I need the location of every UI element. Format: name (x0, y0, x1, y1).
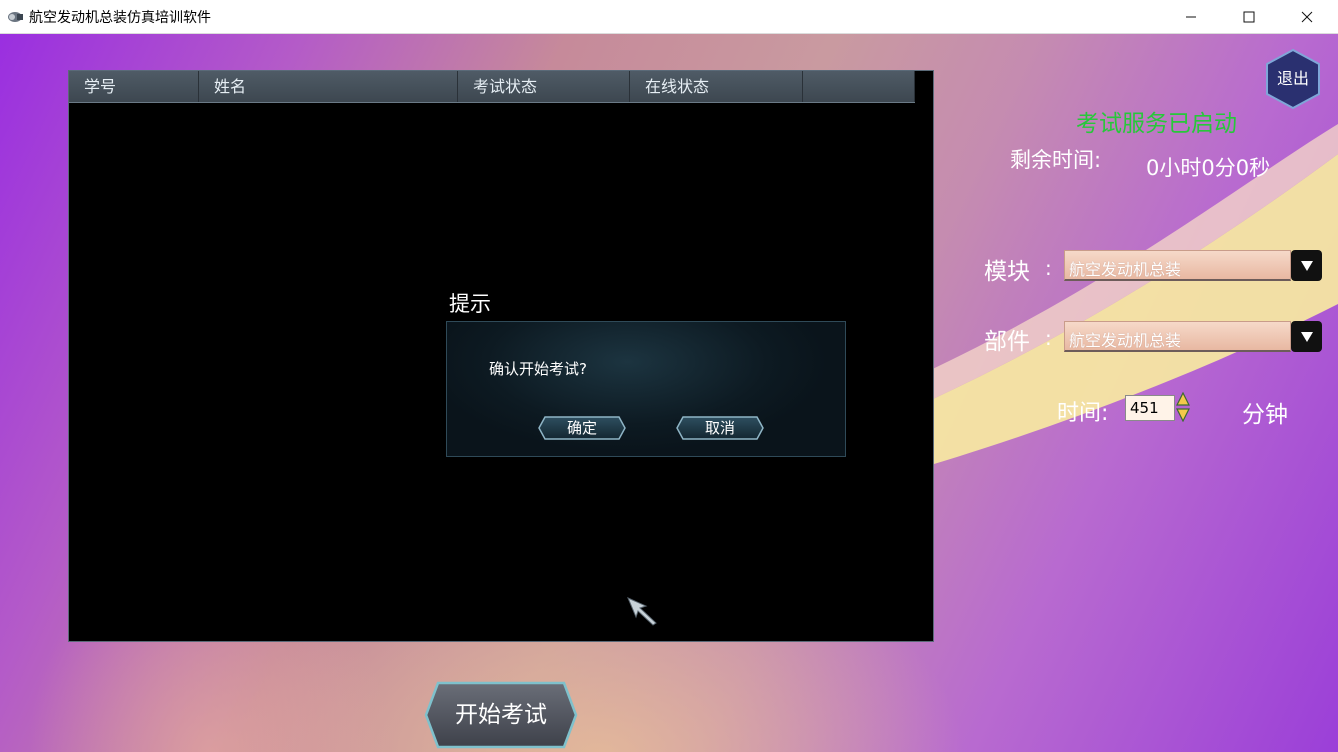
workspace: 学号 姓名 考试状态 在线状态 提示 确认开始考试? 确定 取消 开始考试 退出… (0, 34, 1338, 752)
close-button[interactable] (1278, 0, 1336, 33)
ok-button[interactable]: 确定 (538, 416, 626, 440)
column-header-exam-status[interactable]: 考试状态 (458, 71, 630, 102)
close-icon (1301, 11, 1313, 22)
title-bar: 航空发动机总装仿真培训软件 (0, 0, 1338, 34)
ok-label: 确定 (566, 419, 597, 437)
module-label: 模块 (984, 259, 1030, 285)
minimize-button[interactable] (1162, 0, 1220, 33)
dialog-message: 确认开始考试? (489, 360, 587, 378)
time-input[interactable]: 451 (1125, 395, 1175, 421)
module-select[interactable]: 航空发动机总装 (1064, 250, 1291, 281)
column-header-student-id[interactable]: 学号 (69, 71, 199, 102)
exit-label: 退出 (1276, 69, 1309, 88)
time-label: 时间: (1057, 401, 1109, 426)
start-exam-label: 开始考试 (455, 702, 547, 728)
part-select[interactable]: 航空发动机总装 (1064, 321, 1291, 352)
chevron-down-icon (1300, 260, 1313, 271)
part-dropdown-button[interactable] (1291, 321, 1322, 352)
time-unit-label: 分钟 (1242, 402, 1288, 428)
part-label: 部件 (984, 329, 1030, 355)
column-header-online-status[interactable]: 在线状态 (630, 71, 803, 102)
cursor-arrow-icon (627, 597, 657, 626)
column-header-empty[interactable] (803, 71, 915, 102)
window-title: 航空发动机总装仿真培训软件 (29, 10, 211, 26)
cancel-button[interactable]: 取消 (676, 416, 764, 440)
chevron-down-icon (1300, 331, 1313, 342)
confirm-dialog: 确认开始考试? 确定 取消 (446, 321, 846, 457)
cancel-label: 取消 (704, 419, 735, 437)
service-status: 考试服务已启动 (1076, 111, 1237, 137)
column-header-name[interactable]: 姓名 (199, 71, 458, 102)
maximize-icon (1243, 11, 1255, 22)
module-dropdown-button[interactable] (1291, 250, 1322, 281)
part-select-value: 航空发动机总装 (1069, 331, 1182, 350)
exit-button[interactable]: 退出 (1264, 48, 1322, 110)
module-colon: : (1045, 256, 1052, 280)
part-colon: : (1045, 326, 1052, 350)
start-exam-button[interactable]: 开始考试 (424, 681, 578, 749)
engine-icon (7, 9, 24, 23)
spinner-arrows-icon[interactable] (1176, 392, 1190, 422)
minimize-icon (1186, 16, 1196, 17)
remaining-time-label: 剩余时间: (1010, 148, 1102, 172)
maximize-button[interactable] (1220, 0, 1278, 33)
dialog-title: 提示 (449, 292, 491, 316)
remaining-time-value: 0小时0分0秒 (1146, 156, 1271, 180)
table-header: 学号 姓名 考试状态 在线状态 (69, 71, 915, 103)
module-select-value: 航空发动机总装 (1069, 260, 1182, 279)
